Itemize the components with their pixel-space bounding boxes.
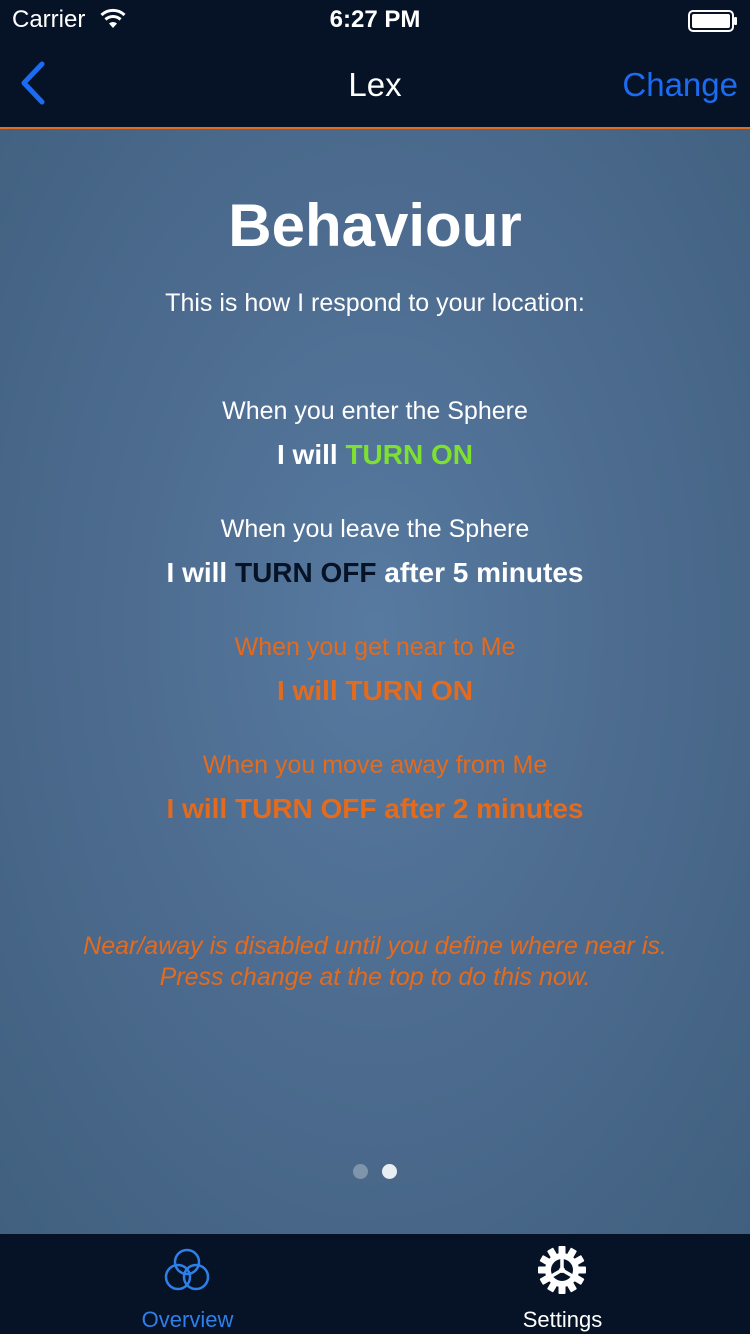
rule-away-action: I will TURN OFF after 2 minutes — [0, 793, 750, 825]
navigation-bar: Lex Change — [0, 40, 750, 129]
turn-on-label: TURN ON — [345, 439, 473, 470]
rule-away-condition: When you move away from Me — [202, 751, 548, 779]
rule-suffix: after 2 minutes — [384, 793, 584, 824]
overview-circles-icon — [164, 1248, 210, 1291]
near-away-disabled-note: Near/away is disabled until you define w… — [40, 931, 710, 993]
tab-settings-label: Settings — [522, 1307, 603, 1332]
tab-overview-label: Overview — [141, 1307, 234, 1332]
note-line-1: Near/away is disabled until you define w… — [83, 932, 667, 960]
page-dot-1[interactable] — [352, 1164, 368, 1179]
rule-prefix: I will — [166, 793, 228, 824]
behaviour-content[interactable]: Behaviour This is how I respond to your … — [0, 129, 750, 1234]
status-time: 6:27 PM — [329, 6, 421, 33]
change-button[interactable]: Change — [622, 66, 738, 104]
tab-settings[interactable]: Settings — [375, 1234, 750, 1334]
rule-enter-sphere-action: I will TURN ON — [0, 439, 750, 471]
tab-bar: Overview Settings — [0, 1234, 750, 1334]
battery-icon — [688, 10, 737, 32]
turn-off-label: TURN OFF — [234, 557, 377, 588]
settings-gear-icon — [538, 1246, 586, 1294]
rule-prefix: I will — [166, 557, 228, 588]
rule-enter-sphere-condition: When you enter the Sphere — [222, 397, 528, 425]
page-indicator[interactable] — [0, 1164, 750, 1184]
turn-off-label: TURN OFF — [234, 793, 377, 824]
rule-leave-sphere-condition: When you leave the Sphere — [220, 515, 530, 543]
page-subtitle: This is how I respond to your location: — [165, 289, 585, 317]
note-line-2: Press change at the top to do this now. — [159, 963, 591, 991]
rule-prefix: I will — [276, 439, 338, 470]
rule-prefix: I will — [276, 675, 338, 706]
page-title: Behaviour — [228, 192, 522, 259]
rule-near-action: I will TURN ON — [0, 675, 750, 707]
rule-leave-sphere-action: I will TURN OFF after 5 minutes — [0, 557, 750, 589]
page-dot-2-current[interactable] — [382, 1164, 398, 1179]
turn-on-label: TURN ON — [345, 675, 473, 706]
rule-suffix: after 5 minutes — [384, 557, 584, 588]
status-bar: Carrier 6:27 PM — [0, 0, 750, 40]
tab-overview[interactable]: Overview — [0, 1234, 375, 1334]
rule-near-condition: When you get near to Me — [234, 633, 516, 661]
